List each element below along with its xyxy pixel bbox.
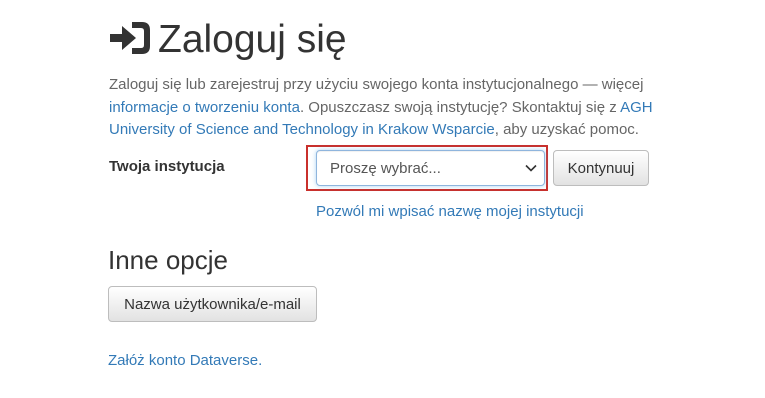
sign-in-icon bbox=[110, 22, 150, 54]
intro-text-middle: . Opuszczasz swoją instytucję? Skontaktu… bbox=[299, 98, 621, 116]
account-info-link[interactable]: informacje o tworzeniu konta bbox=[109, 99, 300, 116]
continue-button[interactable]: Kontynuuj bbox=[553, 150, 649, 186]
institution-label: Twoja instytucja bbox=[109, 158, 225, 175]
username-email-button[interactable]: Nazwa użytkownika/e-mail bbox=[108, 286, 317, 322]
institution-select[interactable]: Proszę wybrać... bbox=[316, 150, 545, 186]
institution-select-value: Proszę wybrać... bbox=[330, 159, 441, 177]
chevron-down-icon bbox=[525, 164, 537, 172]
other-options-heading: Inne opcje bbox=[108, 245, 228, 275]
intro-text-start: Zaloguj się lub zarejestruj przy użyciu … bbox=[109, 76, 644, 93]
page-title: Zaloguj się bbox=[158, 18, 347, 61]
manual-institution-link[interactable]: Pozwól mi wpisać nazwę mojej instytucji bbox=[316, 203, 584, 220]
intro-text: Zaloguj się lub zarejestruj przy użyciu … bbox=[109, 74, 684, 142]
intro-text-end: , aby uzyskać pomoc. bbox=[494, 121, 639, 138]
create-account-link[interactable]: Załóż konto Dataverse. bbox=[108, 352, 262, 369]
